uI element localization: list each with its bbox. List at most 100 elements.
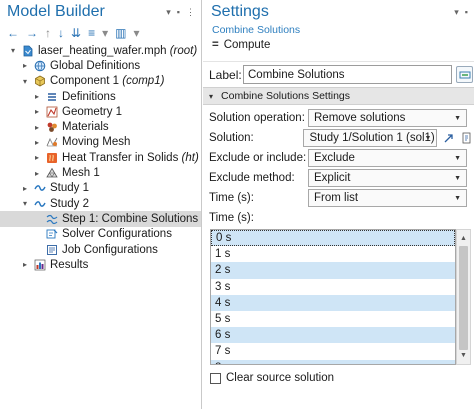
label-caption: Label: bbox=[209, 67, 242, 82]
time-list-item[interactable]: 8 s bbox=[211, 359, 455, 364]
tree-item-tag: (root) bbox=[169, 44, 198, 57]
tree-item-text: Mesh 1 bbox=[62, 167, 100, 180]
scroll-up-icon[interactable]: ▲ bbox=[457, 232, 470, 245]
tree-item-text: Results bbox=[50, 258, 89, 271]
move-up-icon[interactable]: ↑ bbox=[45, 27, 51, 39]
compute-button[interactable]: = Compute bbox=[203, 37, 474, 53]
job-icon bbox=[45, 244, 58, 256]
label-input-value: Combine Solutions bbox=[248, 68, 345, 81]
tree-item[interactable]: ▸ Materials bbox=[0, 119, 201, 134]
setting-row: Solution: Study 1/Solution 1 (sol1) ▼ bbox=[203, 128, 474, 148]
collapsed-chevron-icon[interactable]: ▸ bbox=[32, 123, 42, 132]
mesh-icon bbox=[45, 167, 58, 179]
setting-select-value: Remove solutions bbox=[314, 112, 406, 124]
collapsed-chevron-icon[interactable]: ▸ bbox=[20, 260, 30, 269]
tree-item-text: laser_heating_wafer.mph bbox=[38, 44, 170, 57]
expanded-chevron-icon[interactable]: ▾ bbox=[8, 46, 18, 55]
setting-row: Exclude or include: Exclude ▼ bbox=[203, 148, 474, 168]
setting-select-value: Explicit bbox=[314, 172, 351, 184]
clear-source-solution-checkbox[interactable]: Clear source solution bbox=[210, 372, 334, 384]
scroll-thumb[interactable] bbox=[459, 246, 468, 350]
tree-item[interactable]: Solver Configurations bbox=[0, 227, 201, 242]
collapsed-chevron-icon[interactable]: ▸ bbox=[32, 169, 42, 178]
collapsed-chevron-icon[interactable]: ▸ bbox=[32, 107, 42, 116]
pane-menu-icon[interactable]: ▾ bbox=[166, 7, 171, 18]
time-list-scrollbar[interactable]: ▲ ▼ bbox=[456, 229, 471, 365]
collapsed-chevron-icon[interactable]: ▸ bbox=[20, 61, 30, 70]
dropdown-arrow-icon: ▼ bbox=[454, 115, 461, 122]
go-to-source-icon[interactable] bbox=[441, 130, 455, 146]
time-list-item[interactable]: 6 s bbox=[211, 327, 455, 344]
tree-item[interactable]: ▸ Mesh 1 bbox=[0, 165, 201, 180]
time-list-item[interactable]: 2 s bbox=[211, 262, 455, 279]
tree-item-label: Study 1 bbox=[50, 182, 89, 194]
time-list-item[interactable]: 0 s bbox=[211, 230, 455, 247]
tree-item-text: Heat Transfer in Solids bbox=[62, 151, 182, 164]
expanded-chevron-icon[interactable]: ▾ bbox=[20, 77, 30, 86]
setting-label: Solution operation: bbox=[209, 112, 305, 124]
compute-icon: = bbox=[212, 39, 219, 51]
setting-select[interactable]: From list ▼ bbox=[308, 189, 467, 207]
tree-item-label: Mesh 1 bbox=[62, 167, 100, 179]
tree-item-label: laser_heating_wafer.mph (root) bbox=[38, 45, 197, 57]
pane-more-icon[interactable]: ⋮ bbox=[186, 7, 195, 18]
section-collapse-icon: ▾ bbox=[209, 91, 214, 101]
collapsed-chevron-icon[interactable]: ▸ bbox=[32, 92, 42, 101]
setting-select[interactable]: Study 1/Solution 1 (sol1) ▼ bbox=[303, 129, 438, 147]
show-list-dropdown-icon[interactable]: ▾ bbox=[102, 27, 108, 39]
pane-pin-icon[interactable]: ▪ bbox=[465, 7, 468, 18]
clear-source-solution-label: Clear source solution bbox=[226, 372, 335, 384]
time-list-item[interactable]: 5 s bbox=[211, 311, 455, 327]
move-down-icon[interactable]: ↓ bbox=[58, 27, 64, 39]
time-list-item[interactable]: 7 s bbox=[211, 343, 455, 359]
tree-item-text: Definitions bbox=[62, 90, 116, 103]
time-list-item[interactable]: 4 s bbox=[211, 294, 455, 311]
settings-window-controls: ▾ ▪ bbox=[454, 7, 474, 18]
tree-item[interactable]: Step 1: Combine Solutions bbox=[0, 211, 201, 227]
back-arrow-icon[interactable]: ← bbox=[7, 27, 19, 39]
model-builder-pane: Model Builder ▾ ▪ ⋮ ← → ↑ ↓ ⇊ ≡ ▾ ▥ ▾ ▾ l… bbox=[0, 0, 202, 409]
reset-label-button[interactable] bbox=[456, 66, 473, 83]
setting-label: Exclude method: bbox=[209, 172, 295, 184]
combine-solutions-settings-header[interactable]: ▾ Combine Solutions Settings bbox=[203, 87, 474, 105]
pane-pin-icon[interactable]: ▪ bbox=[177, 7, 180, 18]
collapsed-chevron-icon[interactable]: ▸ bbox=[20, 184, 30, 193]
setting-select[interactable]: Exclude ▼ bbox=[308, 149, 467, 167]
setting-row: Solution operation: Remove solutions ▼ bbox=[203, 108, 474, 128]
collapsed-chevron-icon[interactable]: ▸ bbox=[32, 138, 42, 147]
solution-sort-icon[interactable] bbox=[460, 130, 474, 146]
tree-item[interactable]: ▸ Results bbox=[0, 257, 201, 272]
pane-menu-icon[interactable]: ▾ bbox=[454, 7, 459, 18]
model-builder-window-controls: ▾ ▪ ⋮ bbox=[166, 7, 201, 18]
tree-item[interactable]: ▸ Global Definitions bbox=[0, 58, 201, 73]
checkbox-box[interactable] bbox=[210, 372, 221, 384]
forward-arrow-icon[interactable]: → bbox=[26, 27, 38, 39]
time-list-item[interactable]: 1 s bbox=[211, 246, 455, 262]
time-list[interactable]: 0 s1 s2 s3 s4 s5 s6 s7 s8 s bbox=[210, 229, 456, 365]
tree-item[interactable]: ▸ Heat Transfer in Solids (ht) bbox=[0, 150, 201, 165]
setting-label: Solution: bbox=[209, 132, 254, 144]
tree-item[interactable]: ▾ Study 2 bbox=[0, 196, 201, 211]
combine-solutions-icon bbox=[45, 213, 58, 225]
tree-item[interactable]: ▸ Geometry 1 bbox=[0, 104, 201, 119]
tree-item[interactable]: ▸ Moving Mesh bbox=[0, 135, 201, 150]
view-options-icon[interactable]: ▥ bbox=[115, 27, 126, 39]
view-options-dropdown-icon[interactable]: ▾ bbox=[133, 27, 139, 39]
setting-select[interactable]: Explicit ▼ bbox=[308, 169, 467, 187]
collapsed-chevron-icon[interactable]: ▸ bbox=[32, 153, 42, 162]
tree-item[interactable]: ▸ Study 1 bbox=[0, 181, 201, 196]
time-list-item[interactable]: 3 s bbox=[211, 279, 455, 295]
tree-item[interactable]: Job Configurations bbox=[0, 242, 201, 257]
setting-select[interactable]: Remove solutions ▼ bbox=[308, 109, 467, 127]
collapse-all-icon[interactable]: ⇊ bbox=[71, 27, 81, 39]
scroll-down-icon[interactable]: ▼ bbox=[457, 349, 470, 362]
tree-item[interactable]: ▸ Definitions bbox=[0, 89, 201, 104]
settings-title: Settings bbox=[211, 3, 269, 20]
show-list-icon[interactable]: ≡ bbox=[88, 27, 95, 39]
tree-item-text: Study 1 bbox=[50, 182, 89, 195]
tree-item[interactable]: ▾ laser_heating_wafer.mph (root) bbox=[0, 43, 201, 58]
tree-item[interactable]: ▾ Component 1 (comp1) bbox=[0, 74, 201, 89]
expanded-chevron-icon[interactable]: ▾ bbox=[20, 199, 30, 208]
label-input[interactable]: Combine Solutions bbox=[243, 65, 452, 84]
solver-icon bbox=[45, 228, 58, 240]
